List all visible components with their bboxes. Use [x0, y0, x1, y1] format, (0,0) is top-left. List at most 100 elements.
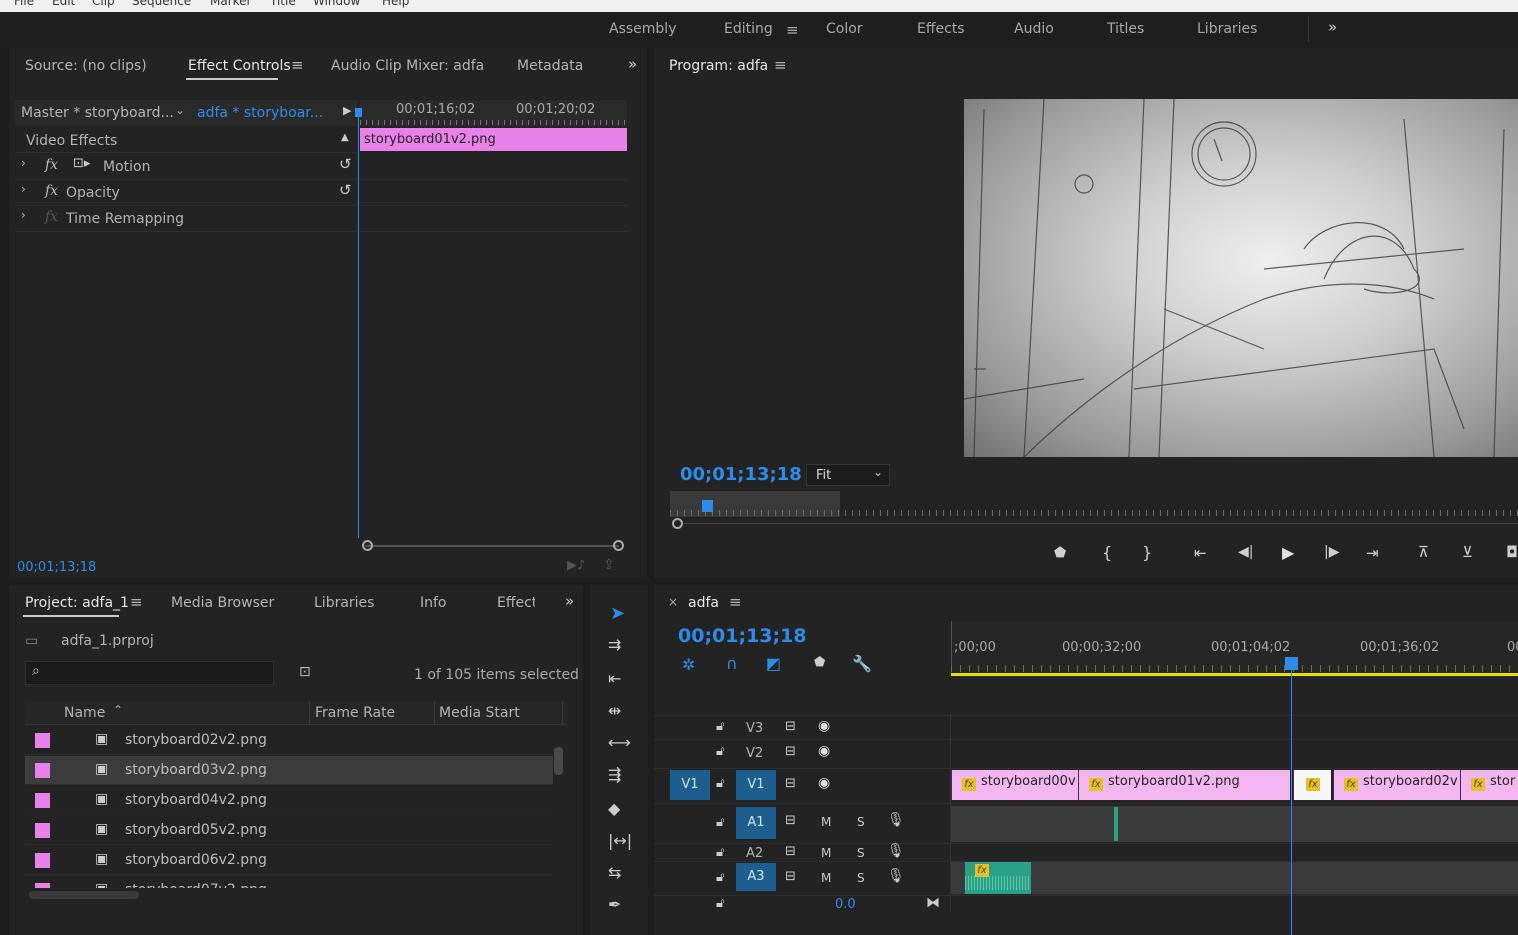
menu-title[interactable]: Title: [270, 0, 296, 8]
menu-marker[interactable]: Marker: [210, 0, 251, 8]
slip-tool-icon[interactable]: |↔|: [608, 831, 632, 850]
sync-lock-icon[interactable]: ⊟: [785, 869, 796, 884]
panel-overflow-icon[interactable]: »: [628, 55, 637, 73]
menu-file[interactable]: File: [14, 0, 34, 8]
timeline-clip[interactable]: fx: [1293, 770, 1331, 800]
column-media-start[interactable]: Media Start: [439, 705, 520, 721]
mute-button[interactable]: M: [821, 846, 831, 860]
sequence-clip-label[interactable]: adfa * storyboar...: [197, 105, 323, 121]
workspace-effects[interactable]: Effects: [917, 21, 965, 37]
add-marker-icon[interactable]: ⬟: [814, 655, 825, 670]
play-audio-icon[interactable]: ▶♪: [567, 558, 585, 573]
rate-stretch-tool-icon[interactable]: ⟷: [608, 733, 631, 752]
panel-menu-icon[interactable]: ≡: [729, 593, 742, 611]
tab-sequence[interactable]: adfa: [688, 595, 719, 611]
lock-icon[interactable]: 🔓︎: [716, 896, 724, 911]
work-area-bar[interactable]: [951, 673, 1518, 676]
timeline-clip[interactable]: fx stor: [1460, 770, 1518, 800]
lock-icon[interactable]: 🔓︎: [716, 870, 724, 885]
tab-source[interactable]: Source: (no clips): [25, 58, 147, 74]
timeline-clip[interactable]: fx storyboard00v: [951, 770, 1078, 800]
track-select-forward-icon[interactable]: ⇶: [608, 765, 621, 784]
menu-help[interactable]: Help: [382, 0, 409, 8]
scroll-handle-left[interactable]: [362, 540, 373, 551]
audio-track-a1-lane[interactable]: [951, 806, 1518, 842]
export-icon[interactable]: ⇪: [603, 557, 615, 573]
label-color-swatch[interactable]: [35, 733, 50, 748]
tab-libraries[interactable]: Libraries: [314, 595, 374, 611]
lock-icon[interactable]: 🔓︎: [716, 719, 724, 734]
ec-zoom-scrollbar[interactable]: [365, 545, 619, 547]
go-to-in-icon[interactable]: ⇤: [1194, 544, 1207, 562]
track-label-v3[interactable]: V3: [746, 721, 763, 736]
program-timecode[interactable]: 00;01;13;18: [680, 464, 802, 485]
menu-window[interactable]: Window: [313, 0, 360, 8]
label-color-swatch[interactable]: [35, 883, 50, 888]
pen-tool-icon[interactable]: ✒: [608, 895, 621, 914]
column-divider[interactable]: [309, 701, 310, 725]
sync-lock-icon[interactable]: ⊟: [785, 813, 796, 828]
scroll-handle-left[interactable]: [672, 518, 683, 529]
master-level[interactable]: 0.0: [835, 897, 856, 912]
label-color-swatch[interactable]: [35, 793, 50, 808]
tab-media-browser[interactable]: Media Browser: [171, 595, 274, 611]
track-target-a1[interactable]: A1: [736, 807, 776, 839]
reset-icon[interactable]: ↺: [339, 155, 352, 173]
workspace-editing[interactable]: Editing: [724, 21, 773, 37]
menu-edit[interactable]: Edit: [52, 0, 75, 8]
razor-tool-icon[interactable]: ◆: [608, 799, 620, 818]
menu-clip[interactable]: Clip: [92, 0, 115, 8]
list-scrollbar[interactable]: [554, 747, 563, 775]
expand-chevron-icon[interactable]: ›: [21, 156, 26, 170]
extract-icon[interactable]: ⊻: [1462, 543, 1473, 561]
workspace-titles[interactable]: Titles: [1107, 21, 1144, 37]
sort-ascending-icon[interactable]: ⌃: [113, 703, 123, 717]
tab-audio-clip-mixer[interactable]: Audio Clip Mixer: adfa: [331, 58, 484, 74]
panel-menu-icon[interactable]: ≡: [291, 56, 304, 74]
tab-program[interactable]: Program: adfa: [669, 58, 768, 74]
column-name[interactable]: Name: [64, 705, 105, 721]
slide-tool-icon[interactable]: ⇆: [608, 863, 621, 882]
microphone-icon[interactable]: 🎙︎: [887, 868, 905, 884]
master-clip-label[interactable]: Master * storyboard...: [21, 105, 174, 121]
timeline-playhead[interactable]: [1291, 657, 1292, 935]
sync-lock-icon[interactable]: ⊟: [785, 719, 796, 734]
workspace-assembly[interactable]: Assembly: [609, 21, 676, 37]
lock-icon[interactable]: 🔓︎: [716, 845, 724, 860]
step-forward-icon[interactable]: |▶: [1324, 544, 1339, 560]
panel-overflow-icon[interactable]: »: [565, 592, 574, 610]
linked-selection-icon[interactable]: ◩: [766, 654, 781, 673]
selection-tool-icon[interactable]: ➤: [610, 603, 625, 624]
audio-track-a3-lane[interactable]: [951, 862, 1518, 894]
tab-info[interactable]: Info: [420, 595, 447, 611]
tab-project[interactable]: Project: adfa_1: [25, 595, 129, 611]
panel-menu-icon[interactable]: ≡: [130, 593, 143, 611]
zoom-select[interactable]: Fit ⌄: [806, 464, 890, 486]
solo-button[interactable]: S: [857, 846, 865, 860]
workspace-audio[interactable]: Audio: [1014, 21, 1054, 37]
effect-row-opacity[interactable]: › fx Opacity ↺: [15, 180, 357, 205]
ec-timecode[interactable]: 00;01;13;18: [17, 560, 96, 575]
ec-playhead[interactable]: [358, 110, 359, 538]
list-item[interactable]: ▣ storyboard03v2.png: [25, 756, 553, 785]
column-frame-rate[interactable]: Frame Rate: [315, 705, 395, 721]
source-patch-v1[interactable]: V1: [670, 770, 710, 800]
eye-icon[interactable]: ◉: [818, 775, 830, 791]
expand-chevron-icon[interactable]: ›: [21, 182, 26, 196]
expand-chevron-icon[interactable]: ›: [21, 208, 26, 222]
timeline-clip[interactable]: fx storyboard02v: [1333, 770, 1460, 800]
step-back-icon[interactable]: ◀|: [1238, 544, 1253, 560]
play-triangle-icon[interactable]: ▶: [343, 104, 351, 117]
effect-row-time-remapping[interactable]: › fx Time Remapping: [15, 206, 357, 231]
microphone-icon[interactable]: 🎙︎: [887, 812, 905, 828]
audio-clip-a3[interactable]: fx: [965, 862, 1031, 894]
camera-icon[interactable]: ◘: [1506, 543, 1518, 561]
add-marker-icon[interactable]: ⬟: [1054, 545, 1066, 561]
program-playhead[interactable]: [702, 500, 713, 512]
column-divider[interactable]: [434, 701, 435, 725]
chevron-down-icon[interactable]: ⌄: [175, 103, 185, 117]
program-scrollbar[interactable]: [684, 523, 1518, 524]
solo-button[interactable]: S: [857, 815, 865, 829]
menu-sequence[interactable]: Sequence: [132, 0, 191, 8]
eye-icon[interactable]: ◉: [818, 718, 830, 734]
